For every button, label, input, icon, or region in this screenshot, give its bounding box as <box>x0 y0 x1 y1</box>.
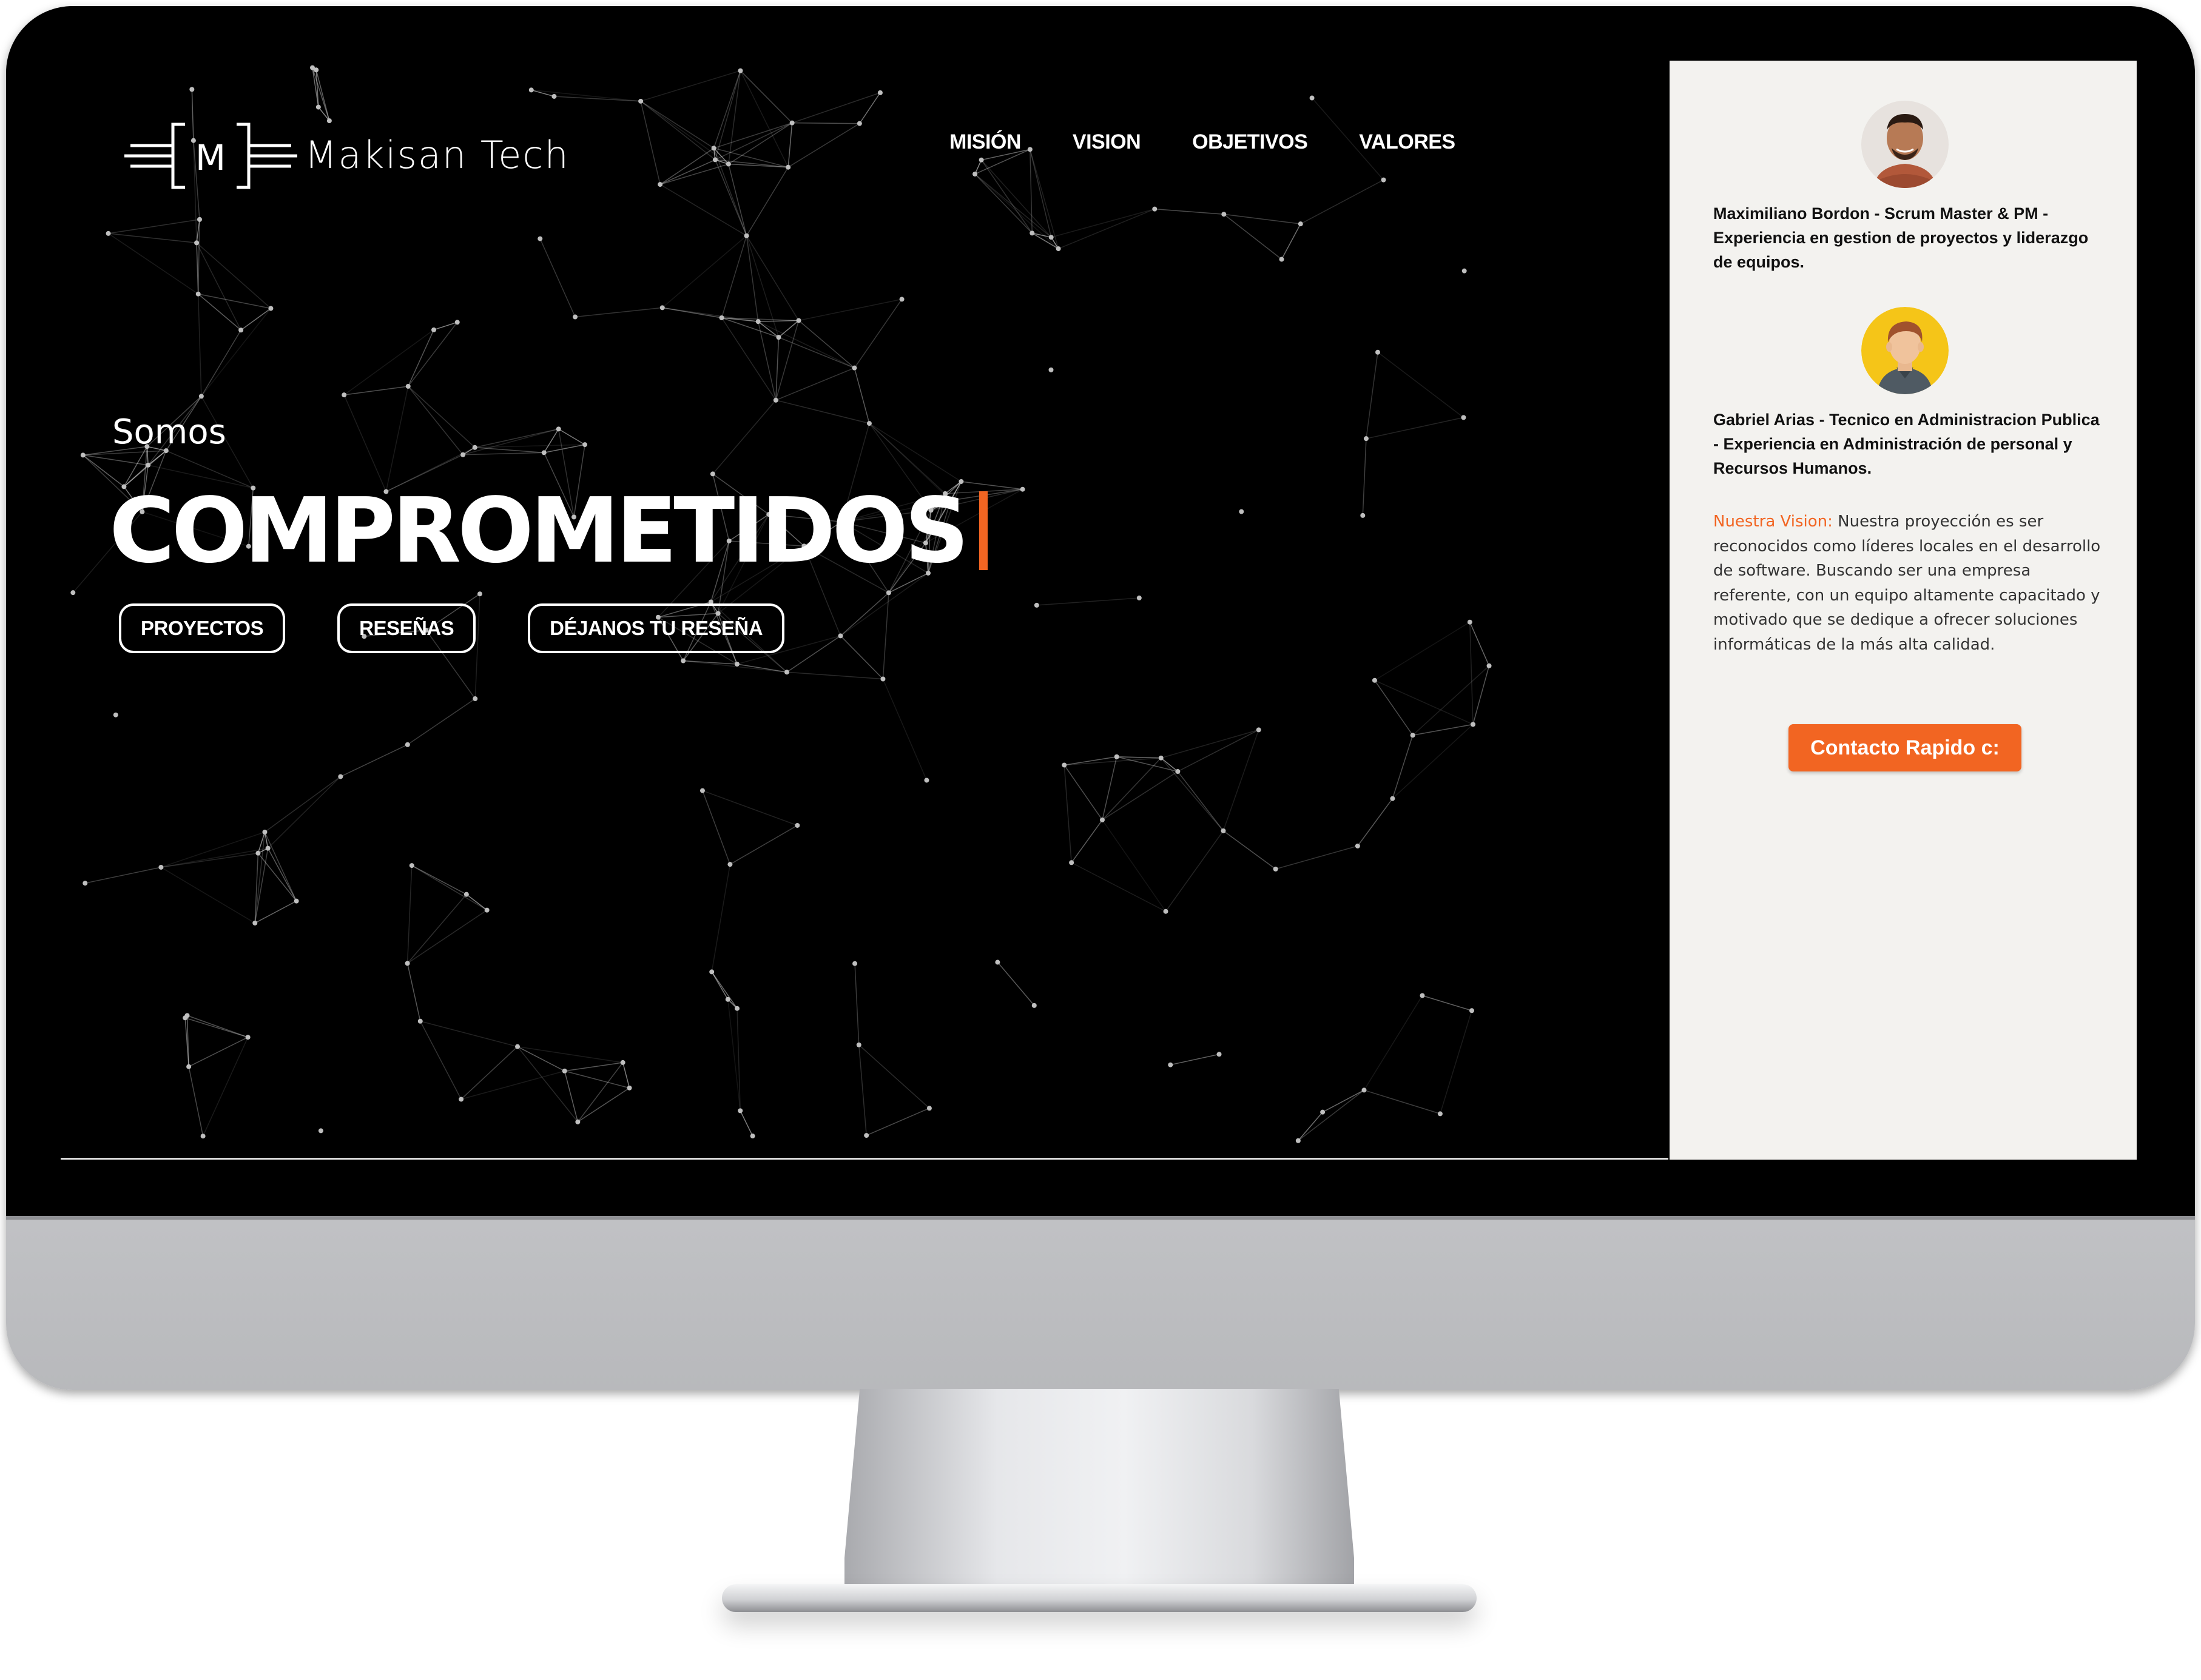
team-vision-panel: Maximiliano Bordon - Scrum Master & PM -… <box>1670 61 2137 1160</box>
member-2-bio: Gabriel Arias - Tecnico en Administracio… <box>1713 411 2100 477</box>
resenas-button[interactable]: RESEÑAS <box>337 603 476 653</box>
avatar-illustration-icon <box>1861 307 1949 394</box>
main-nav: MISIÓN VISION OBJETIVOS VALORES <box>949 130 1507 154</box>
nav-item-valores[interactable]: VALORES <box>1359 130 1455 154</box>
logo-letter: M <box>195 137 226 178</box>
nav-item-objetivos[interactable]: OBJETIVOS <box>1192 130 1308 154</box>
nav-item-vision[interactable]: VISION <box>1073 130 1141 154</box>
vision-label: Nuestra Vision: <box>1713 512 1833 531</box>
hero-buttons: PROYECTOS RESEÑAS DÉJANOS TU RESEÑA <box>119 603 837 653</box>
monitor-stand-base <box>722 1584 1477 1612</box>
contacto-rapido-button[interactable]: Contacto Rapido c: <box>1788 724 2021 771</box>
brand-logo[interactable]: M Makisan Tech <box>124 112 570 197</box>
avatar-photo-icon <box>1861 101 1949 188</box>
vision-statement: Nuestra Vision: Nuestra proyección es se… <box>1713 509 2102 657</box>
website-screen: M Makisan Tech MISIÓN VISION OBJETIVOS V… <box>61 61 2137 1160</box>
dejanos-resena-button[interactable]: DÉJANOS TU RESEÑA <box>528 603 785 653</box>
monitor-mockup: M Makisan Tech MISIÓN VISION OBJETIVOS V… <box>0 0 2201 1680</box>
proyectos-button[interactable]: PROYECTOS <box>119 603 286 653</box>
hero-headline-wrap: COMPROMETIDOS <box>109 476 988 585</box>
monitor-stand-neck <box>844 1389 1354 1595</box>
hero-intro: Somos <box>112 412 226 452</box>
brand-name: Makisan Tech <box>305 132 570 177</box>
member-1-bio: Maximiliano Bordon - Scrum Master & PM -… <box>1713 204 2089 271</box>
vision-text: Nuestra proyección es ser reconocidos co… <box>1713 512 2101 654</box>
logo-mark-icon: M <box>124 112 297 197</box>
nav-item-mision[interactable]: MISIÓN <box>949 130 1021 154</box>
screen-divider <box>61 1158 1668 1160</box>
hero-headline: COMPROMETIDOS <box>109 479 969 583</box>
monitor-chin-divider <box>6 1216 2195 1220</box>
typing-cursor <box>979 491 988 570</box>
